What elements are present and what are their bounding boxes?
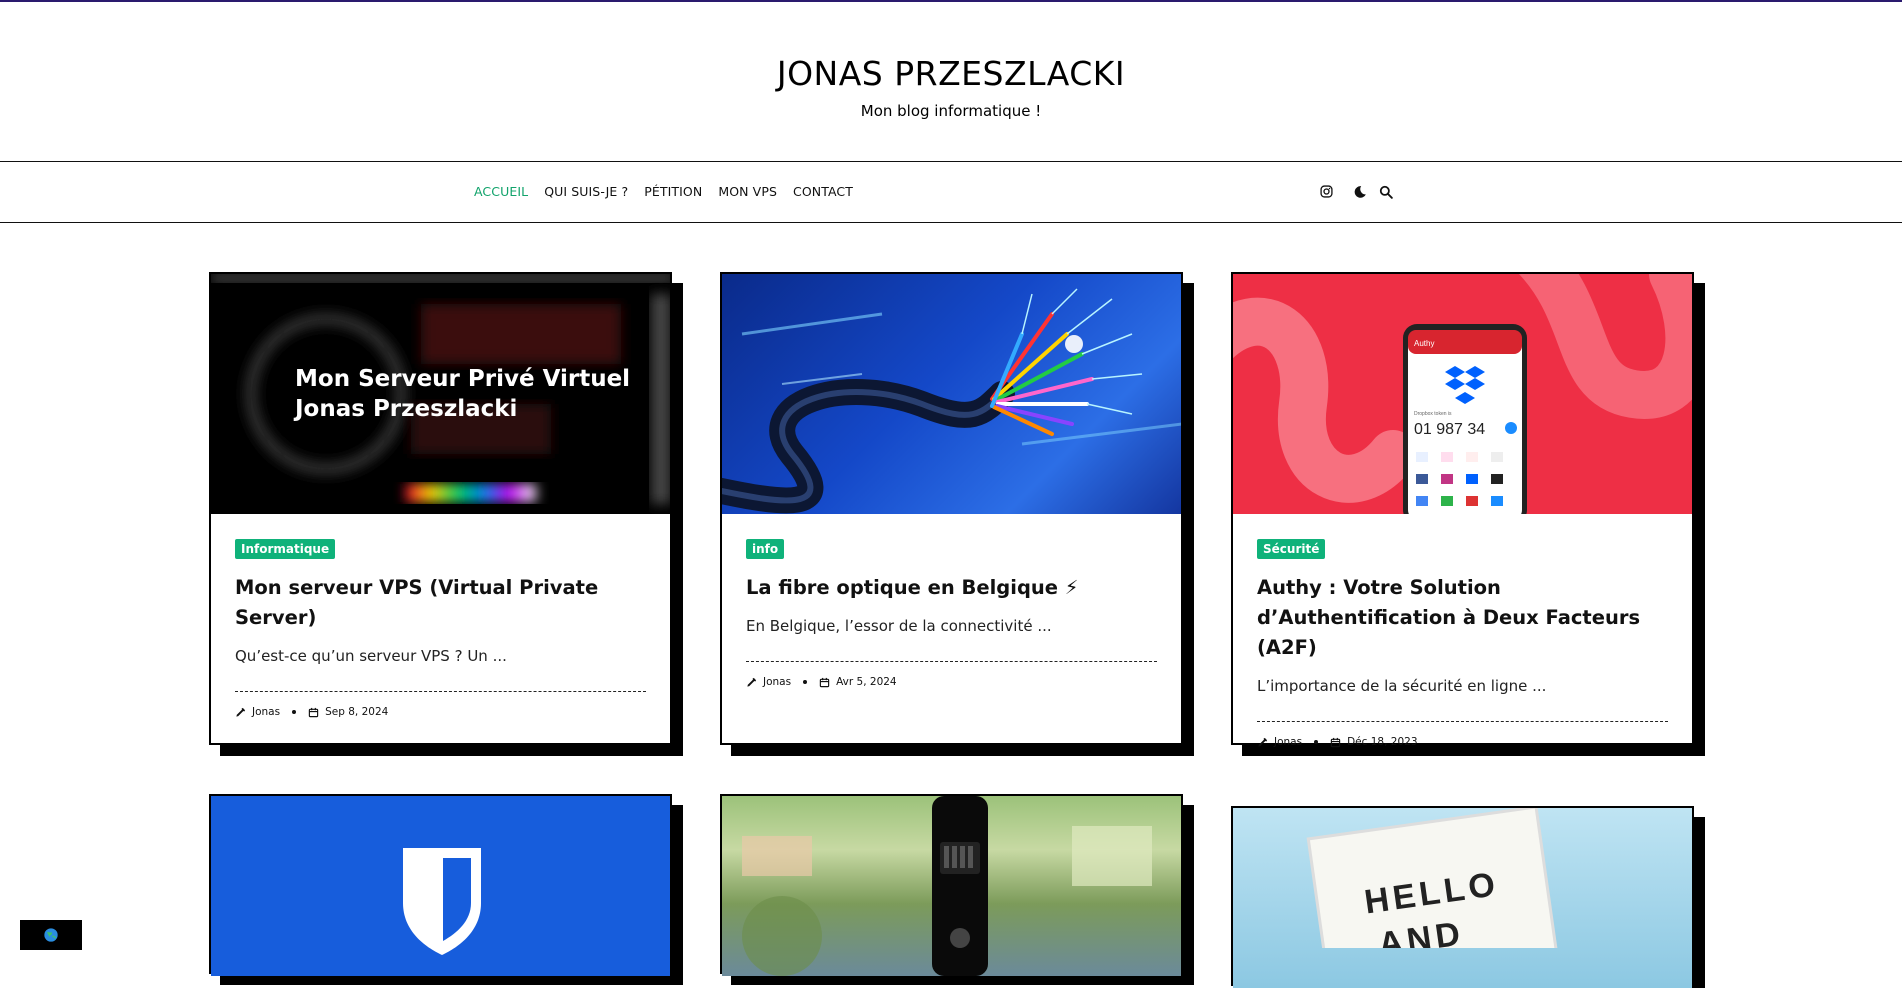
post-thumbnail[interactable]: HELLO AND: [1233, 808, 1692, 988]
post-excerpt: Qu’est-ce qu’un serveur VPS ? Un ...: [235, 647, 507, 665]
post-title[interactable]: La fibre optique en Belgique ⚡: [746, 573, 1157, 603]
post-title[interactable]: Authy : Votre Solution d’Authentificatio…: [1257, 573, 1668, 663]
site-title[interactable]: JONAS PRZESZLACKI: [0, 54, 1902, 93]
post-card[interactable]: Mon Serveur Privé Virtuel Jonas Przeszla…: [209, 272, 672, 745]
post-card[interactable]: [720, 794, 1183, 976]
post-thumbnail[interactable]: Authy Dropbox token is 01 987 34: [1233, 274, 1692, 514]
thumbnail-caption-line1: Mon Serveur Privé Virtuel: [295, 366, 631, 392]
thumbnail-caption-line2: Jonas Przeszlacki: [295, 396, 518, 422]
dashed-divider: [746, 661, 1157, 662]
post-thumbnail[interactable]: [722, 796, 1181, 976]
meta-separator: [803, 680, 808, 684]
post-meta: Jonas Sep 8, 2024: [235, 702, 646, 722]
post-date: Avr 5, 2024: [836, 676, 897, 688]
category-tag[interactable]: info: [746, 539, 785, 559]
post-author[interactable]: Jonas: [252, 706, 280, 718]
post-date: Déc 18, 2023: [1347, 736, 1418, 748]
security-key-icon: [742, 796, 1152, 976]
calendar-icon: [819, 677, 830, 687]
post-author[interactable]: Jonas: [1274, 736, 1302, 748]
author-pen-icon: [236, 707, 246, 717]
nav-item-petition[interactable]: PÉTITION: [644, 184, 702, 199]
category-tag[interactable]: Sécurité: [1257, 539, 1326, 559]
globe-icon: [44, 928, 58, 942]
header-tools: [1318, 162, 1394, 221]
post-thumbnail[interactable]: [211, 796, 670, 976]
site-tagline: Mon blog informatique !: [860, 102, 1042, 120]
post-thumbnail[interactable]: [722, 274, 1181, 514]
post-body: Sécurité Authy : Votre Solution d’Authen…: [1233, 514, 1692, 752]
nav-item-qui-suis-je[interactable]: QUI SUIS-JE ?: [544, 184, 628, 199]
post-author[interactable]: Jonas: [763, 676, 791, 688]
dashed-divider: [1257, 721, 1668, 722]
site-header: JONAS PRZESZLACKI Mon blog informatique …: [0, 2, 1902, 162]
post-excerpt: L’importance de la sécurité en ligne ...: [1257, 677, 1547, 695]
lightbox-hello-art: HELLO AND: [1306, 808, 1561, 948]
phone-app-title: Authy: [1414, 339, 1434, 348]
post-card[interactable]: HELLO AND: [1231, 806, 1694, 988]
post-body: Informatique Mon serveur VPS (Virtual Pr…: [211, 514, 670, 722]
dark-mode-moon-icon[interactable]: [1352, 184, 1368, 200]
main-nav: ACCUEIL QUI SUIS-JE ? PÉTITION MON VPS C…: [474, 162, 853, 221]
nav-item-contact[interactable]: CONTACT: [793, 184, 853, 199]
author-pen-icon: [747, 677, 757, 687]
post-date: Sep 8, 2024: [325, 706, 389, 718]
post-card[interactable]: info La fibre optique en Belgique ⚡ En B…: [720, 272, 1183, 745]
post-title[interactable]: Mon serveur VPS (Virtual Private Server): [235, 573, 646, 633]
instagram-icon[interactable]: [1318, 184, 1334, 200]
fiber-optic-art: [722, 288, 1181, 514]
post-excerpt: En Belgique, l’essor de la connectivité …: [746, 617, 1052, 635]
post-card[interactable]: [209, 794, 672, 976]
thumbnail-caption: Mon Serveur Privé Virtuel Jonas Przeszla…: [295, 364, 630, 424]
navbar: ACCUEIL QUI SUIS-JE ? PÉTITION MON VPS C…: [0, 161, 1902, 223]
category-tag[interactable]: Informatique: [235, 539, 336, 559]
post-thumbnail[interactable]: Mon Serveur Privé Virtuel Jonas Przeszla…: [211, 274, 670, 514]
author-pen-icon: [1258, 737, 1268, 747]
phone-code: 01 987 34: [1414, 421, 1485, 438]
search-icon[interactable]: [1378, 184, 1394, 200]
post-meta: Jonas Avr 5, 2024: [746, 672, 1157, 692]
post-meta: Jonas Déc 18, 2023: [1257, 732, 1668, 752]
meta-separator: [1314, 740, 1319, 744]
post-card[interactable]: Authy Dropbox token is 01 987 34 Sécurit…: [1231, 272, 1694, 748]
calendar-icon: [308, 707, 319, 717]
nav-item-mon-vps[interactable]: MON VPS: [718, 184, 777, 199]
post-body: info La fibre optique en Belgique ⚡ En B…: [722, 514, 1181, 692]
meta-separator: [292, 710, 297, 714]
bitwarden-shield-icon: [403, 848, 481, 955]
phone-code-label: Dropbox token is: [1414, 411, 1452, 417]
language-globe-button[interactable]: [20, 920, 82, 950]
dashed-divider: [235, 691, 646, 692]
authy-thumbnail-art: Authy Dropbox token is 01 987 34: [1233, 274, 1692, 514]
calendar-icon: [1330, 737, 1341, 747]
nav-item-accueil[interactable]: ACCUEIL: [474, 184, 528, 199]
